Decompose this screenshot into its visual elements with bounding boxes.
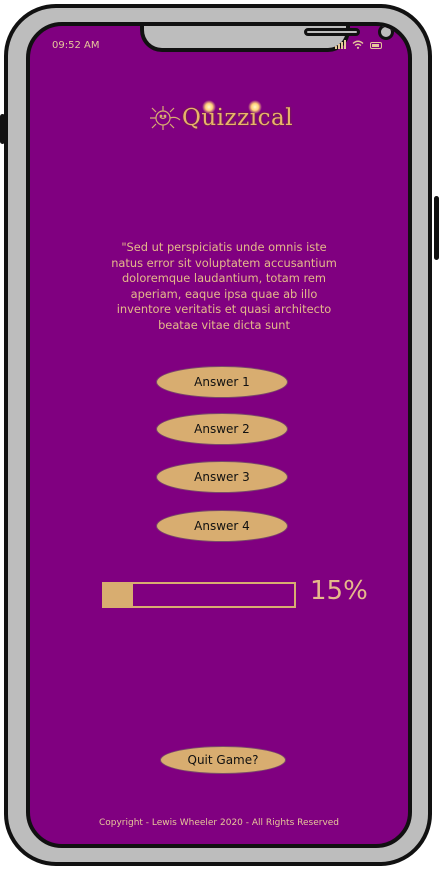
- status-time: 09:52 AM: [52, 40, 100, 51]
- answer-4-button[interactable]: Answer 4: [156, 510, 288, 542]
- battery-icon: [370, 42, 382, 49]
- question-text: "Sed ut perspiciatis unde omnis iste nat…: [111, 240, 337, 332]
- wifi-icon: [352, 40, 364, 49]
- status-icons: [335, 40, 382, 49]
- phone-notch: [140, 26, 394, 52]
- app-screen: 09:52 AM Quizzical "Sed ut perspiciatis: [26, 22, 412, 848]
- progress-bar: [102, 582, 296, 608]
- answer-3-button[interactable]: Answer 3: [156, 461, 288, 493]
- progress-fill: [104, 584, 133, 606]
- lion-icon: [150, 106, 181, 130]
- phone-side-button-left: [0, 114, 5, 144]
- signal-icon: [335, 40, 346, 49]
- progress-percent: 15%: [310, 576, 368, 606]
- sparkle-icon: [248, 100, 262, 114]
- app-logo: Quizzical: [148, 100, 294, 132]
- app-title: Quizzical: [182, 105, 294, 131]
- speaker-icon: [304, 28, 360, 36]
- quit-game-button[interactable]: Quit Game?: [160, 746, 286, 774]
- sparkle-icon: [202, 100, 216, 114]
- answer-1-button[interactable]: Answer 1: [156, 366, 288, 398]
- phone-side-button-right: [434, 196, 439, 260]
- answer-2-button[interactable]: Answer 2: [156, 413, 288, 445]
- footer-copyright: Copyright - Lewis Wheeler 2020 - All Rig…: [98, 818, 340, 828]
- camera-icon: [378, 26, 394, 40]
